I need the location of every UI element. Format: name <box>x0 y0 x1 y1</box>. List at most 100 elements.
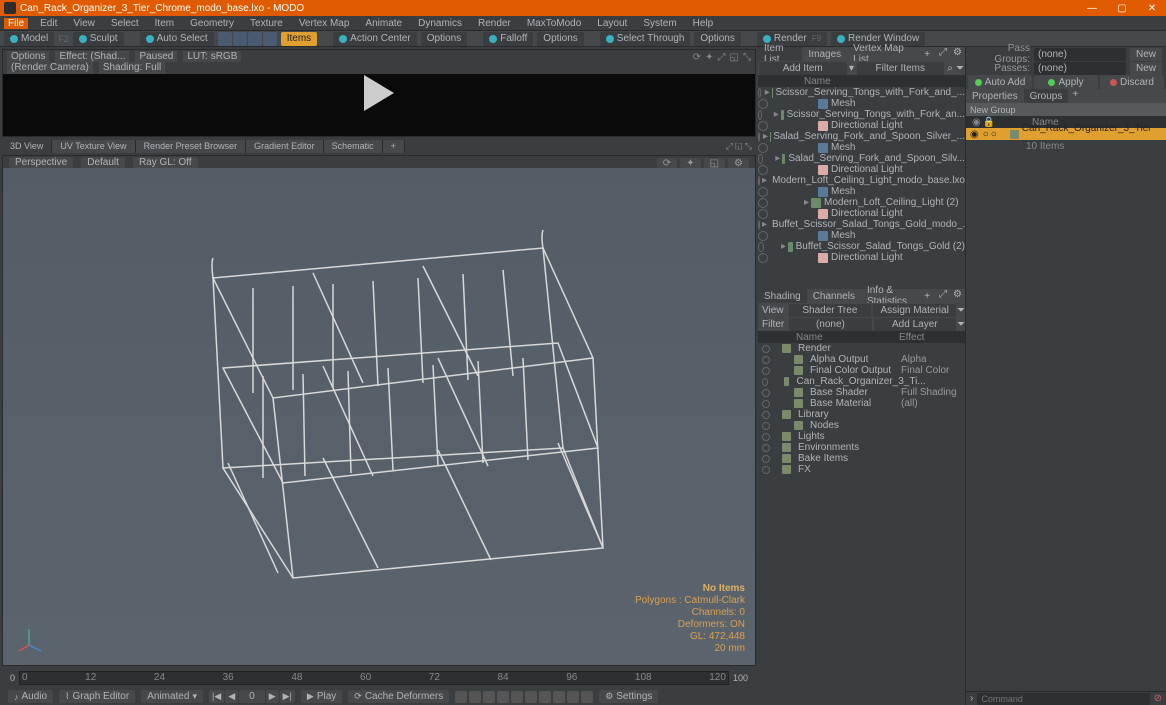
tab-shading[interactable]: Shading <box>758 289 807 303</box>
command-clear-icon[interactable]: ⊘ <box>1154 693 1162 704</box>
tab-item-list[interactable]: Item List <box>758 47 802 61</box>
visibility-icon[interactable] <box>758 187 768 197</box>
visibility-icon[interactable] <box>758 110 762 120</box>
visibility-icon[interactable] <box>762 422 770 430</box>
panel-icon[interactable]: ⤢ <box>936 47 950 61</box>
lock-icon[interactable]: 🔒 <box>983 117 995 128</box>
viewport-canvas[interactable]: No Items Polygons : Catmull-Clark Channe… <box>3 168 755 665</box>
items-button[interactable]: Items <box>281 32 317 46</box>
tree-item[interactable]: Mesh <box>758 142 965 153</box>
minimize-button[interactable]: — <box>1082 1 1102 15</box>
menu-layout[interactable]: Layout <box>593 18 631 29</box>
menu-dynamics[interactable]: Dynamics <box>414 18 466 29</box>
visibility-icon[interactable] <box>762 389 770 397</box>
vp-perspective[interactable]: Perspective <box>9 157 73 168</box>
step-fwd-button[interactable]: ▶| <box>280 690 295 703</box>
next-frame-button[interactable]: ▶ <box>266 690 279 703</box>
poly-mode-icon[interactable] <box>248 32 262 46</box>
step-back-button[interactable]: |◀ <box>209 690 224 703</box>
vp-raygl[interactable]: Ray GL: Off <box>133 157 198 168</box>
anim-icon[interactable] <box>455 691 467 703</box>
maximize-button[interactable]: ▢ <box>1112 1 1132 15</box>
shader-row[interactable]: Base Material(all) <box>758 398 965 409</box>
play-button[interactable]: ▶Play <box>301 690 342 703</box>
anim-icon[interactable] <box>567 691 579 703</box>
anim-icon[interactable] <box>581 691 593 703</box>
anim-icon[interactable] <box>497 691 509 703</box>
tree-item[interactable]: Mesh <box>758 98 965 109</box>
preview-effect[interactable]: Effect: (Shad... <box>55 51 129 62</box>
tree-item[interactable]: Directional Light <box>758 208 965 219</box>
vp-default[interactable]: Default <box>81 157 125 168</box>
visibility-icon[interactable] <box>758 220 760 230</box>
preview-paused[interactable]: Paused <box>135 51 177 62</box>
sculpt-button[interactable]: Sculpt <box>73 32 124 46</box>
animated-dropdown[interactable]: Animated▾ <box>141 690 203 703</box>
menu-edit[interactable]: Edit <box>36 18 61 29</box>
visibility-icon[interactable] <box>762 444 770 452</box>
menu-geometry[interactable]: Geometry <box>186 18 238 29</box>
tree-item[interactable]: ▸Modern_Loft_Ceiling_Light_modo_base.lxo <box>758 175 965 186</box>
tree-item[interactable]: Directional Light <box>758 120 965 131</box>
options1-button[interactable]: Options <box>421 32 467 46</box>
visibility-icon[interactable] <box>758 121 768 131</box>
visibility-icon[interactable] <box>762 356 770 364</box>
panel-icon[interactable]: ⚙ <box>950 47 965 61</box>
menu-vertex-map[interactable]: Vertex Map <box>295 18 354 29</box>
tab-images[interactable]: Images <box>802 47 847 61</box>
frame-field[interactable]: 0 <box>239 690 265 703</box>
visibility-icon[interactable] <box>758 253 768 263</box>
visibility-icon[interactable] <box>762 345 770 353</box>
axis-gizmo[interactable] <box>15 625 43 653</box>
group-item[interactable]: ◉○○ Can_Rack_Organizer_3_Tier ... <box>966 128 1166 140</box>
add-tab[interactable]: + <box>918 47 936 61</box>
shader-row[interactable]: Library <box>758 409 965 420</box>
toggle-icon[interactable]: ◉ <box>972 117 981 128</box>
model-button[interactable]: Model <box>4 32 54 46</box>
edge-mode-icon[interactable] <box>233 32 247 46</box>
new-group-button[interactable]: New Group <box>966 103 1166 116</box>
groups-tab[interactable]: Groups <box>1024 89 1069 103</box>
anim-icon[interactable] <box>525 691 537 703</box>
preview-tool-icon[interactable]: ✦ <box>705 52 713 63</box>
panel-icon[interactable]: ⚙ <box>950 289 965 303</box>
shader-row[interactable]: Lights <box>758 431 965 442</box>
visibility-icon[interactable] <box>758 88 761 98</box>
panel-icon[interactable]: ⤢ <box>936 289 950 303</box>
tab-channels[interactable]: Channels <box>807 289 861 303</box>
tree-item[interactable]: Mesh <box>758 230 965 241</box>
filter-icon[interactable]: ⏷ <box>955 63 965 74</box>
shading-full[interactable]: Shading: Full <box>99 62 165 74</box>
autoselect-button[interactable]: Auto Select <box>140 32 214 46</box>
mat-mode-icon[interactable] <box>263 32 277 46</box>
tab-uv-texture-view[interactable]: UV Texture View <box>52 140 135 153</box>
menu-view[interactable]: View <box>69 18 99 29</box>
play-icon[interactable] <box>364 75 394 111</box>
falloff-button[interactable]: Falloff <box>483 32 533 46</box>
anim-icon[interactable] <box>483 691 495 703</box>
audio-button[interactable]: ♪Audio <box>8 690 53 703</box>
tab-vertex-map-list[interactable]: Vertex Map List <box>847 47 918 61</box>
tree-item[interactable]: ▸Scissor_Serving_Tongs_with_Fork_an... <box>758 109 965 120</box>
tree-item[interactable]: ▸Modern_Loft_Ceiling_Light (2) <box>758 197 965 208</box>
anim-icon[interactable] <box>511 691 523 703</box>
graph-editor-button[interactable]: ⌇Graph Editor <box>59 690 135 703</box>
options3-button[interactable]: Options <box>694 32 740 46</box>
preview-tool-icon[interactable]: ⤢ <box>718 52 726 63</box>
prev-frame-button[interactable]: ◀ <box>225 690 238 703</box>
tree-item[interactable]: Mesh <box>758 186 965 197</box>
tree-item[interactable]: ▸Salad_Serving_Fork_and_Spoon_Silv... <box>758 153 965 164</box>
add-layer-button[interactable]: Add Layer <box>874 318 956 331</box>
tab-schematic[interactable]: Schematic <box>324 140 383 153</box>
visibility-icon[interactable] <box>758 154 763 164</box>
pass-groups-value[interactable]: (none) <box>1034 48 1126 61</box>
shader-row[interactable]: Nodes <box>758 420 965 431</box>
menu-texture[interactable]: Texture <box>246 18 287 29</box>
visibility-icon[interactable] <box>758 198 768 208</box>
shader-row[interactable]: Base ShaderFull Shading <box>758 387 965 398</box>
shader-row[interactable]: Render <box>758 343 965 354</box>
menu-system[interactable]: System <box>639 18 680 29</box>
tree-item[interactable]: ▸Scissor_Serving_Tongs_with_Fork_and_... <box>758 87 965 98</box>
tree-item[interactable]: Directional Light <box>758 252 965 263</box>
command-input[interactable] <box>977 693 1149 705</box>
